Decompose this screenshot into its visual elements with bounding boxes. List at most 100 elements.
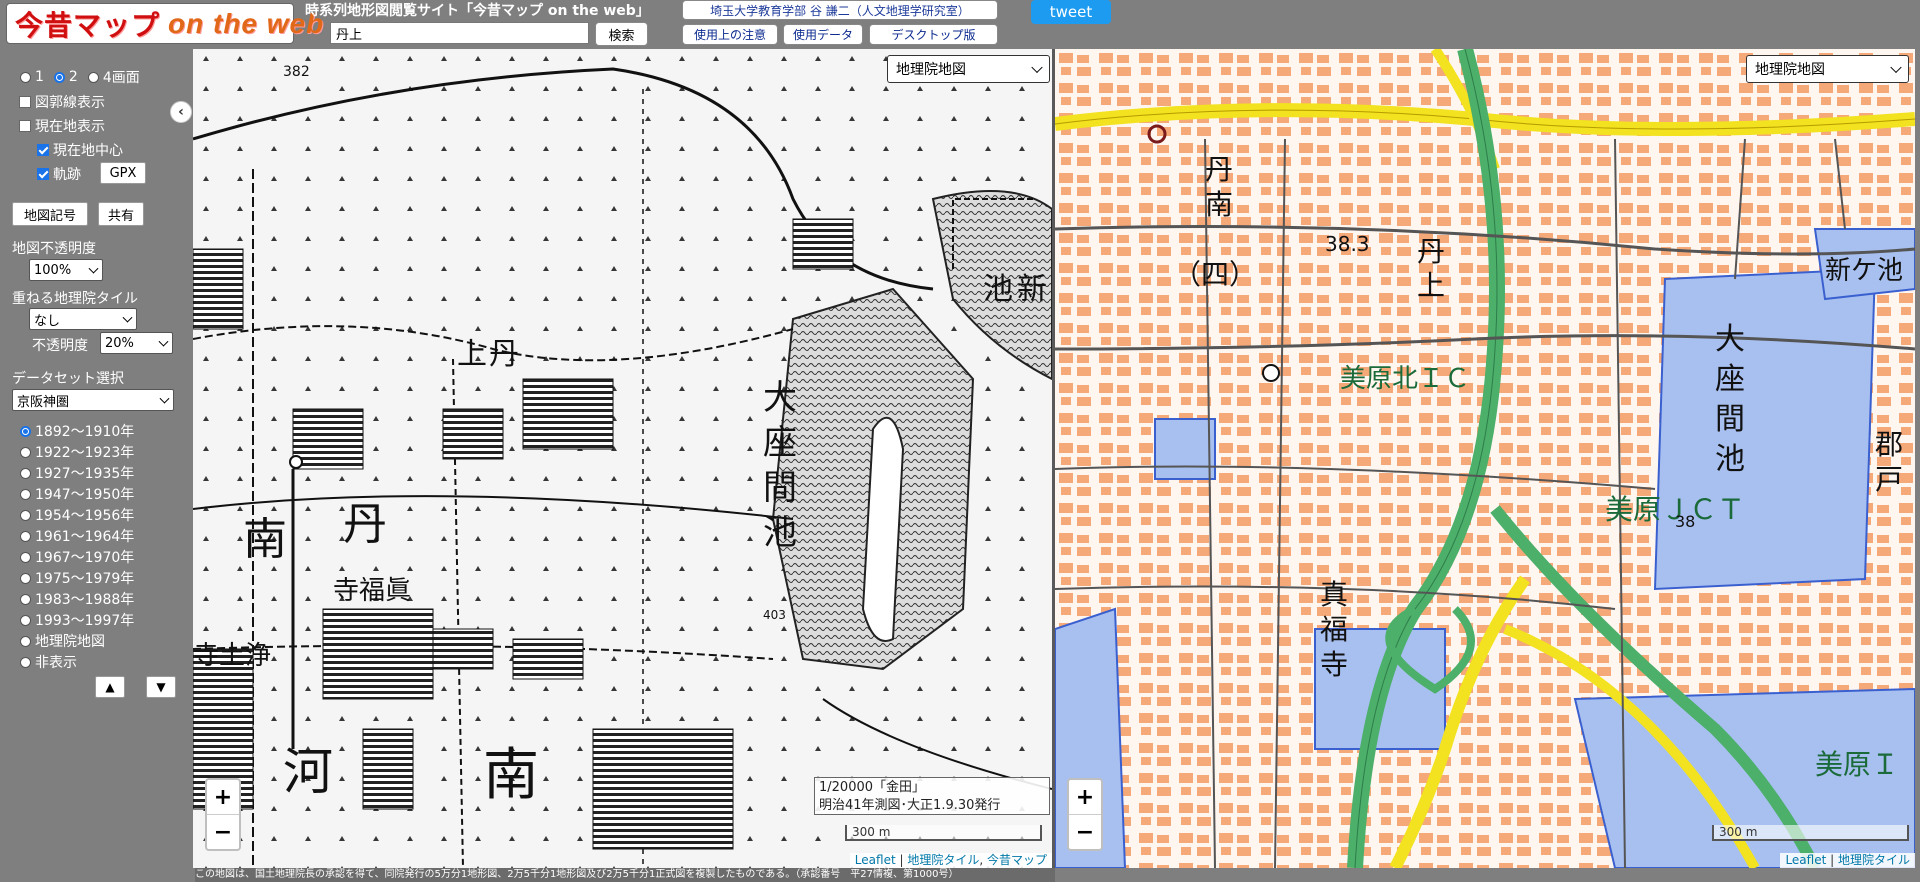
- location-checkbox[interactable]: [19, 120, 31, 132]
- chevron-down-icon: [122, 312, 133, 323]
- year-radio[interactable]: [20, 488, 31, 500]
- map-label: 38: [1675, 512, 1695, 531]
- year-label: 1967～1970年: [35, 550, 135, 566]
- dataset-label: データセット選択: [12, 371, 124, 387]
- year-option[interactable]: 1967～1970年: [20, 547, 134, 567]
- author-link[interactable]: 埼玉大学教育学部 谷 謙二（人文地理学研究室）: [682, 0, 998, 20]
- overlay-opacity-value: 20%: [105, 335, 134, 351]
- grid-toggle[interactable]: 図郭線表示: [19, 92, 105, 112]
- year-option[interactable]: 1983～1988年: [20, 589, 134, 609]
- zoom-out-button[interactable]: −: [207, 814, 239, 849]
- year-radio[interactable]: [20, 446, 31, 458]
- year-label: 1892～1910年: [35, 424, 135, 440]
- year-option[interactable]: 1954～1956年: [20, 505, 134, 525]
- year-up-button[interactable]: ▲: [95, 676, 125, 698]
- modern-map-pane[interactable]: 丹 南 （四） 38.3 丹 上 美原北ＩＣ 大 座 間 池 新ケ池 郡 戸 美…: [1055, 49, 1915, 868]
- map-label: 上: [457, 337, 487, 372]
- gsi-tile-link[interactable]: 地理院タイル: [907, 853, 979, 867]
- gpx-button[interactable]: GPX: [100, 162, 146, 184]
- map-label: 大: [1715, 322, 1745, 357]
- year-option[interactable]: 非表示: [20, 652, 77, 672]
- track-label: 軌跡: [53, 167, 81, 183]
- year-option[interactable]: 地理院地図: [20, 631, 105, 651]
- year-radio[interactable]: [20, 656, 31, 668]
- year-radio[interactable]: [20, 425, 31, 437]
- map-label: 丹: [343, 499, 387, 550]
- gsi-tile-link[interactable]: 地理院タイル: [1838, 853, 1910, 867]
- year-label: 1983～1988年: [35, 592, 135, 608]
- zoom-in-button[interactable]: +: [207, 780, 239, 814]
- year-down-button[interactable]: ▼: [146, 676, 176, 698]
- search-button[interactable]: 検索: [595, 22, 648, 46]
- year-option[interactable]: 1927～1935年: [20, 463, 134, 483]
- logo-en: on the web: [168, 7, 325, 39]
- year-radio[interactable]: [20, 635, 31, 647]
- map-legend-button[interactable]: 地図記号: [12, 202, 88, 226]
- year-option[interactable]: 1975～1979年: [20, 568, 134, 588]
- map-label: 座: [763, 423, 797, 463]
- year-label: 1922～1923年: [35, 445, 135, 461]
- screen-2-radio[interactable]: [53, 71, 65, 83]
- year-option[interactable]: 1947～1950年: [20, 484, 134, 504]
- year-option[interactable]: 1961～1964年: [20, 526, 134, 546]
- desktop-version-button[interactable]: デスクトップ版: [869, 24, 998, 45]
- location-toggle[interactable]: 現在地表示: [19, 116, 105, 136]
- dataset-select[interactable]: 京阪神圏: [12, 389, 174, 411]
- overlay-label: 重ねる地理院タイル: [12, 291, 138, 307]
- overlay-opacity-label: 不透明度: [32, 338, 88, 354]
- year-radio[interactable]: [20, 614, 31, 626]
- map-label: 上: [1417, 269, 1445, 302]
- year-option[interactable]: 1892～1910年: [20, 421, 134, 441]
- year-radio[interactable]: [20, 551, 31, 563]
- opacity-select[interactable]: 100%: [29, 259, 103, 281]
- grid-checkbox[interactable]: [19, 96, 31, 108]
- year-radio[interactable]: [20, 593, 31, 605]
- location-label: 現在地表示: [35, 119, 105, 135]
- left-layer-select[interactable]: 地理院地図: [887, 55, 1050, 83]
- screen-1-radio[interactable]: [20, 71, 31, 83]
- year-radio[interactable]: [20, 467, 31, 479]
- map-label: 丹: [1417, 235, 1445, 268]
- year-option[interactable]: 1993～1997年: [20, 610, 134, 630]
- screen-2-label: 2: [68, 69, 78, 85]
- zoom-in-button[interactable]: +: [1069, 780, 1101, 814]
- copyright-note: この地図は、国土地理院長の承認を得て、同院発行の5万分1地形図、2万5千分1地形…: [195, 868, 1055, 882]
- search-input[interactable]: [330, 22, 589, 44]
- caution-button[interactable]: 使用上の注意: [682, 24, 778, 45]
- zoom-out-button[interactable]: −: [1069, 814, 1101, 849]
- overlay-opacity-select[interactable]: 20%: [100, 332, 173, 354]
- map-label: 池: [763, 513, 797, 553]
- collapse-sidebar-button[interactable]: ‹: [170, 101, 192, 123]
- left-attribution: Leaflet | 地理院タイル, 今昔マップ: [849, 853, 1052, 868]
- map-label: 寺: [1320, 648, 1348, 681]
- center-checkbox[interactable]: [37, 144, 49, 156]
- year-option[interactable]: 1922～1923年: [20, 442, 134, 462]
- chevron-down-icon: [88, 263, 99, 274]
- map-label: 池: [983, 272, 1013, 307]
- share-button[interactable]: 共有: [98, 202, 144, 226]
- year-radio[interactable]: [20, 530, 31, 542]
- year-label: 1975～1979年: [35, 571, 135, 587]
- overlay-select[interactable]: なし: [29, 308, 137, 330]
- year-radio[interactable]: [20, 509, 31, 521]
- old-map-pane[interactable]: 382 上 丹 南 丹 寺福眞 寺土浄 河 南 大 座 間 池 新 池 403 …: [193, 49, 1052, 868]
- konjaku-link[interactable]: 今昔マップ: [987, 853, 1047, 867]
- sidebar: ‹ 1 2 4画面 図郭線表示 現在地表示 現在地中心 軌跡 GPX 地図記号 …: [0, 49, 193, 882]
- opacity-label: 地図不透明度: [12, 241, 96, 257]
- screen-4-radio[interactable]: [87, 71, 99, 83]
- map-label: 寺土浄: [193, 641, 271, 671]
- track-toggle[interactable]: 軌跡: [37, 164, 81, 184]
- map-label: 382: [283, 64, 310, 80]
- site-logo[interactable]: 今昔マップ on the web: [6, 3, 323, 44]
- tweet-button[interactable]: tweet: [1031, 0, 1111, 24]
- leaflet-link[interactable]: Leaflet: [855, 853, 896, 867]
- data-button[interactable]: 使用データ: [783, 24, 863, 45]
- track-checkbox[interactable]: [37, 168, 49, 180]
- opacity-value: 100%: [34, 262, 72, 278]
- right-layer-select[interactable]: 地理院地図: [1746, 55, 1909, 83]
- map-label: 南: [243, 514, 287, 565]
- year-radio[interactable]: [20, 572, 31, 584]
- center-toggle[interactable]: 現在地中心: [37, 140, 123, 160]
- leaflet-link[interactable]: Leaflet: [1785, 853, 1826, 867]
- right-scale-bar: 300 m: [1712, 825, 1909, 841]
